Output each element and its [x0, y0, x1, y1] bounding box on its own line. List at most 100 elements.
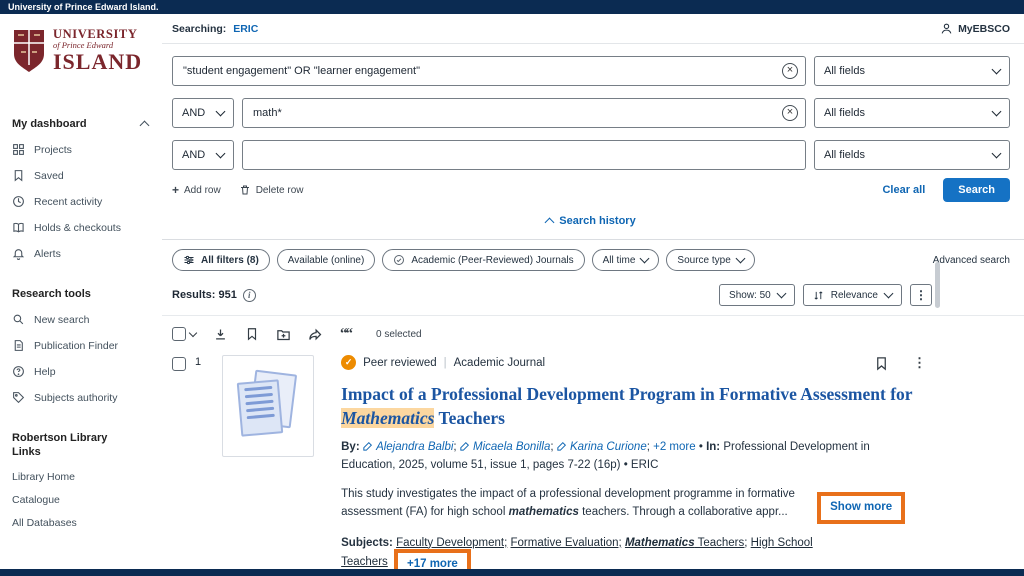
projects-icon [12, 143, 25, 156]
advanced-search-link[interactable]: Advanced search [933, 255, 1010, 266]
all-filters-button[interactable]: All filters (8) [172, 249, 270, 271]
sidebar-link-library-home[interactable]: Library Home [12, 471, 148, 483]
myebsco-button[interactable]: MyEBSCO [940, 22, 1010, 35]
clear-input-icon[interactable]: × [782, 63, 798, 79]
sidebar-link-catalogue[interactable]: Catalogue [12, 494, 148, 506]
search-button[interactable]: Search [943, 178, 1010, 202]
chevron-down-icon [992, 149, 1002, 159]
sort-select[interactable]: Relevance [803, 284, 902, 306]
record-byline: By: Alejandra Balbi; Micaela Bonilla; Ka… [341, 439, 896, 475]
research-tools-header: Research tools [12, 288, 148, 300]
browser-topbar: University of Prince Edward Island. [0, 0, 1024, 14]
chevron-down-icon [884, 289, 894, 299]
info-icon[interactable]: i [243, 289, 256, 302]
upei-crest-icon [12, 28, 46, 74]
record-abstract: This study investigates the impact of a … [341, 486, 846, 522]
select-all-checkbox[interactable] [172, 327, 186, 341]
record-thumbnail[interactable] [222, 355, 314, 457]
search-row-1: × All fields [172, 56, 1010, 86]
chevron-down-icon[interactable] [189, 328, 197, 336]
chevron-up-icon [140, 121, 150, 131]
sidebar-item-publication-finder[interactable]: Publication Finder [12, 339, 148, 352]
record-checkbox[interactable] [172, 357, 186, 371]
show-per-page-select[interactable]: Show: 50 [719, 284, 795, 306]
author-pen-icon [460, 441, 470, 451]
field-select-1[interactable]: All fields [814, 56, 1010, 86]
bookmark-icon[interactable] [245, 327, 259, 341]
sidebar-item-recent-activity[interactable]: Recent activity [12, 195, 148, 208]
chevron-up-icon [545, 218, 555, 228]
delete-row-button[interactable]: Delete row [239, 184, 304, 196]
author-link[interactable]: Micaela Bonilla [473, 441, 550, 453]
field-select-3[interactable]: All fields [814, 140, 1010, 170]
divider [162, 239, 1024, 240]
clear-all-button[interactable]: Clear all [882, 184, 925, 196]
selected-count: 0 selected [376, 329, 422, 340]
results-options-kebab[interactable]: ⋮ [910, 284, 932, 306]
book-icon [12, 221, 25, 234]
record-number: 1 [195, 356, 201, 576]
database-name[interactable]: ERIC [233, 23, 258, 35]
matched-term: mathematics [509, 506, 579, 518]
show-more-link[interactable]: Show more [817, 492, 905, 524]
searching-label: Searching: ERIC [172, 23, 258, 35]
share-icon[interactable] [308, 327, 323, 342]
filter-available-online[interactable]: Available (online) [277, 249, 376, 271]
cite-icon[interactable]: ““ [340, 326, 351, 343]
document-illustration-icon [239, 372, 297, 440]
add-to-folder-icon[interactable] [276, 327, 291, 342]
subject-link[interactable]: Mathematics Teachers; [625, 537, 748, 549]
search-term-input-1[interactable] [172, 56, 806, 86]
bottom-bar [0, 569, 1024, 576]
sidebar-item-alerts[interactable]: Alerts [12, 247, 148, 260]
filter-peer-reviewed[interactable]: Academic (Peer-Reviewed) Journals [382, 249, 584, 271]
library-links-header: Robertson Library Links [12, 432, 112, 460]
sort-arrows-icon [813, 290, 824, 301]
author-link[interactable]: Alejandra Balbi [376, 441, 453, 453]
search-row-2: AND × All fields [172, 98, 1010, 128]
upei-wordmark: UNIVERSITY of Prince Edward ISLAND [53, 28, 142, 73]
sidebar-item-new-search[interactable]: New search [12, 313, 148, 326]
sidebar-link-all-databases[interactable]: All Databases [12, 517, 148, 529]
operator-select-3[interactable]: AND [172, 140, 234, 170]
bell-icon [12, 247, 25, 260]
record-kebab-icon[interactable]: ⋮ [913, 355, 926, 371]
chevron-down-icon [216, 107, 226, 117]
filter-source-type[interactable]: Source type [666, 249, 754, 271]
trash-icon [239, 184, 251, 196]
check-circle-icon [393, 254, 405, 266]
main-header: Searching: ERIC MyEBSCO [162, 14, 1024, 44]
sidebar-item-projects[interactable]: Projects [12, 143, 148, 156]
document-icon [12, 339, 25, 352]
search-history-toggle[interactable]: Search history [172, 215, 1010, 227]
peer-reviewed-check-icon: ✓ [341, 355, 356, 370]
search-icon [12, 313, 25, 326]
results-scrollbar[interactable] [935, 262, 940, 308]
author-link[interactable]: Karina Curione [570, 441, 647, 453]
field-select-2[interactable]: All fields [814, 98, 1010, 128]
subject-link[interactable]: Formative Evaluation; [511, 537, 622, 549]
download-icon[interactable] [213, 327, 228, 342]
filter-all-time[interactable]: All time [592, 249, 660, 271]
operator-select-2[interactable]: AND [172, 98, 234, 128]
bookmark-icon[interactable] [874, 356, 889, 371]
add-row-button[interactable]: + Add row [172, 183, 221, 197]
search-term-input-3[interactable] [242, 140, 806, 170]
topbar-title: University of Prince Edward Island. [8, 2, 159, 12]
more-authors-link[interactable]: +2 more [653, 441, 696, 453]
chevron-down-icon [735, 254, 745, 264]
my-dashboard-header[interactable]: My dashboard [12, 118, 148, 130]
upei-logo[interactable]: UNIVERSITY of Prince Edward ISLAND [12, 28, 162, 74]
chevron-down-icon [216, 149, 226, 159]
sidebar-item-help[interactable]: Help [12, 365, 148, 378]
filter-sliders-icon [183, 254, 195, 266]
result-record-1: 1 ✓ Peer reviewed | Academic Journal ⋮ I… [162, 355, 1024, 576]
record-title-link[interactable]: Impact of a Professional Development Pro… [341, 383, 931, 430]
search-term-input-2[interactable] [242, 98, 806, 128]
clear-input-icon[interactable]: × [782, 105, 798, 121]
chevron-down-icon [776, 289, 786, 299]
sidebar-item-holds-checkouts[interactable]: Holds & checkouts [12, 221, 148, 234]
sidebar-item-subjects-authority[interactable]: Subjects authority [12, 391, 148, 404]
sidebar-item-saved[interactable]: Saved [12, 169, 148, 182]
subject-link[interactable]: Faculty Development; [396, 537, 507, 549]
